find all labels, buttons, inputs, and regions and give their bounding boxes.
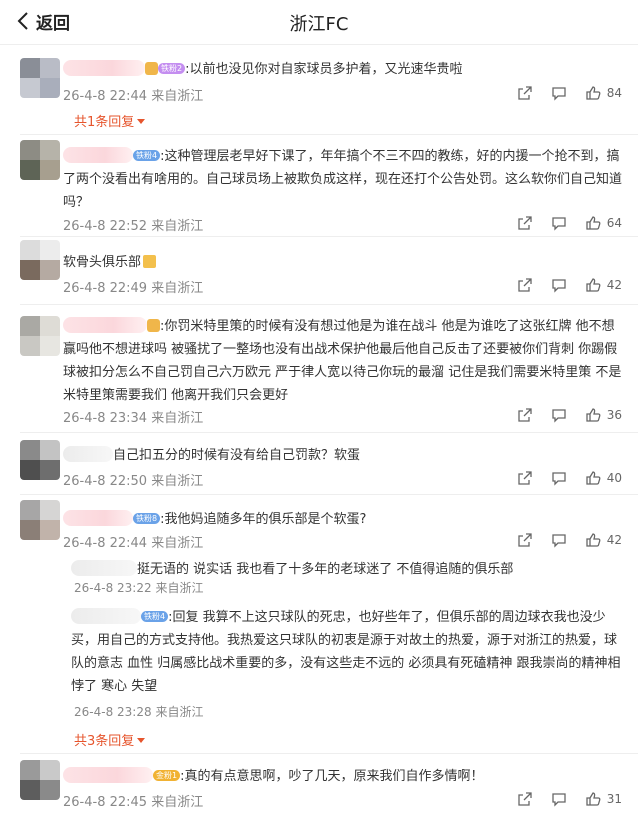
username[interactable]	[63, 147, 133, 163]
comment-text: 软骨头俱乐部	[63, 255, 142, 270]
top-bar: 返回 浙江FC	[0, 0, 638, 45]
share-icon[interactable]	[517, 470, 533, 486]
comment-icon[interactable]	[551, 85, 567, 101]
comment-icon[interactable]	[551, 407, 567, 423]
reply-item: 挺无语的 说实话 我也看了十多年的老球迷了 不值得追随的俱乐部 26-4-8 2…	[71, 558, 624, 595]
comment-text: :真的有点意思啊，吵了几天，原来我们自作多情啊！	[180, 769, 484, 784]
comment-text: :我他妈追随多年的俱乐部是个软蛋?	[160, 512, 367, 527]
username[interactable]	[63, 510, 133, 526]
comment-meta: 26-4-8 22:44 来自浙江	[63, 89, 204, 104]
avatar[interactable]	[20, 240, 60, 280]
fan-badge: 铁粉4	[133, 150, 161, 161]
username[interactable]	[63, 317, 147, 333]
fan-badge: 铁粉8	[133, 513, 161, 524]
thumbs-up-icon[interactable]	[585, 407, 601, 423]
divider	[20, 304, 638, 305]
share-icon[interactable]	[517, 277, 533, 293]
gift-icon	[145, 62, 158, 75]
comment-icon[interactable]	[551, 791, 567, 807]
share-icon[interactable]	[517, 407, 533, 423]
username[interactable]	[63, 446, 113, 462]
username[interactable]	[71, 560, 137, 576]
comment-meta: 26-4-8 22:52 来自浙江	[63, 219, 204, 234]
thumbs-up-icon[interactable]	[585, 215, 601, 231]
avatar[interactable]	[20, 316, 60, 356]
share-icon[interactable]	[517, 85, 533, 101]
comment-meta: 26-4-8 22:45 来自浙江	[63, 795, 204, 810]
like-count: 84	[606, 86, 622, 100]
comment-text: :你罚米特里策的时候有没有想过他是为谁在战斗 他是为谁吃了这张红牌 他不想赢吗他…	[63, 319, 622, 403]
comment-icon[interactable]	[551, 470, 567, 486]
comment-icon[interactable]	[551, 215, 567, 231]
avatar[interactable]	[20, 760, 60, 800]
divider	[20, 432, 638, 433]
username[interactable]	[63, 60, 145, 76]
comment-meta: 26-4-8 22:50 来自浙江	[63, 474, 204, 489]
like-count: 31	[606, 792, 622, 806]
caret-down-icon	[137, 119, 146, 124]
thumbs-up-icon[interactable]	[585, 791, 601, 807]
thumbs-up-icon[interactable]	[585, 532, 601, 548]
share-icon[interactable]	[517, 791, 533, 807]
share-icon[interactable]	[517, 215, 533, 231]
page-title: 浙江FC	[289, 14, 349, 35]
share-icon[interactable]	[517, 532, 533, 548]
like-count: 40	[606, 471, 622, 485]
thumbs-down-emoji-icon	[143, 255, 157, 268]
fan-badge: 铁粉4	[141, 611, 169, 622]
divider	[20, 753, 638, 754]
avatar[interactable]	[20, 500, 60, 540]
divider	[20, 134, 638, 135]
gift-icon	[147, 319, 160, 332]
comment-text: 自己扣五分的时候有没有给自己罚款？软蛋	[113, 448, 361, 463]
fan-badge: 金粉1	[153, 770, 181, 781]
caret-down-icon	[137, 738, 146, 743]
reply-item: 铁粉4:回复 我算不上这只球队的死忠，也好些年了，但俱乐部的周边球衣我也没少买，…	[71, 606, 624, 719]
more-replies-link[interactable]: 共1条回复	[74, 111, 146, 130]
comment-icon[interactable]	[551, 532, 567, 548]
more-replies-link[interactable]: 共3条回复	[74, 730, 146, 749]
thumbs-up-icon[interactable]	[585, 277, 601, 293]
reply-text: 挺无语的 说实话 我也看了十多年的老球迷了 不值得追随的俱乐部	[137, 562, 514, 577]
username[interactable]	[63, 767, 153, 783]
comment-meta: 26-4-8 22:49 来自浙江	[63, 281, 204, 296]
avatar[interactable]	[20, 440, 60, 480]
thumbs-up-icon[interactable]	[585, 470, 601, 486]
fan-badge: 铁粉2	[158, 63, 186, 74]
reply-text: :回复 我算不上这只球队的死忠，也好些年了，但俱乐部的周边球衣我也没少买，用自己…	[71, 610, 621, 694]
avatar[interactable]	[20, 58, 60, 98]
comment-meta: 26-4-8 23:34 来自浙江	[63, 411, 204, 426]
divider	[20, 494, 638, 495]
reply-meta: 26-4-8 23:28 来自浙江	[74, 705, 204, 719]
like-count: 42	[606, 533, 622, 547]
reply-list: 挺无语的 说实话 我也看了十多年的老球迷了 不值得追随的俱乐部 26-4-8 2…	[63, 556, 624, 742]
reply-meta: 26-4-8 23:22 来自浙江	[74, 581, 204, 595]
username[interactable]	[71, 608, 141, 624]
avatar[interactable]	[20, 140, 60, 180]
divider	[20, 236, 638, 237]
thumbs-up-icon[interactable]	[585, 85, 601, 101]
like-count: 64	[606, 216, 622, 230]
comment-icon[interactable]	[551, 277, 567, 293]
comment-text: :以前也没见你对自家球员多护着，又光速华贵啦	[185, 62, 463, 77]
comment-meta: 26-4-8 22:44 来自浙江	[63, 536, 204, 551]
like-count: 42	[606, 278, 622, 292]
like-count: 36	[606, 408, 622, 422]
